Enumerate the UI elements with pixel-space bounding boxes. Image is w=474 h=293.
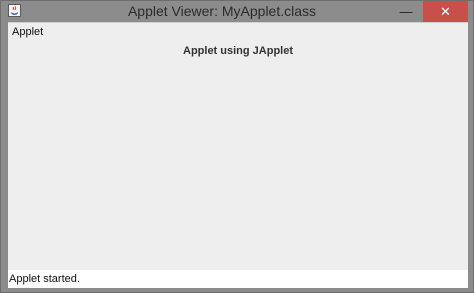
status-text: Applet started. [9,273,80,285]
close-button[interactable]: ✕ [423,1,468,22]
minimize-button[interactable]: — [394,1,418,22]
title-bar[interactable]: Applet Viewer: MyApplet.class — ✕ [1,1,473,22]
status-bar: Applet started. [8,270,468,288]
applet-viewer-window: Applet Viewer: MyApplet.class — ✕ Applet… [0,0,474,293]
close-icon: ✕ [440,3,451,19]
applet-panel: Applet using JApplet [8,39,468,270]
applet-heading: Applet using JApplet [183,45,293,57]
applet-menu[interactable]: Applet [12,26,43,38]
minimize-icon: — [399,4,413,19]
client-area: Applet Applet using JApplet Applet start… [8,22,468,288]
